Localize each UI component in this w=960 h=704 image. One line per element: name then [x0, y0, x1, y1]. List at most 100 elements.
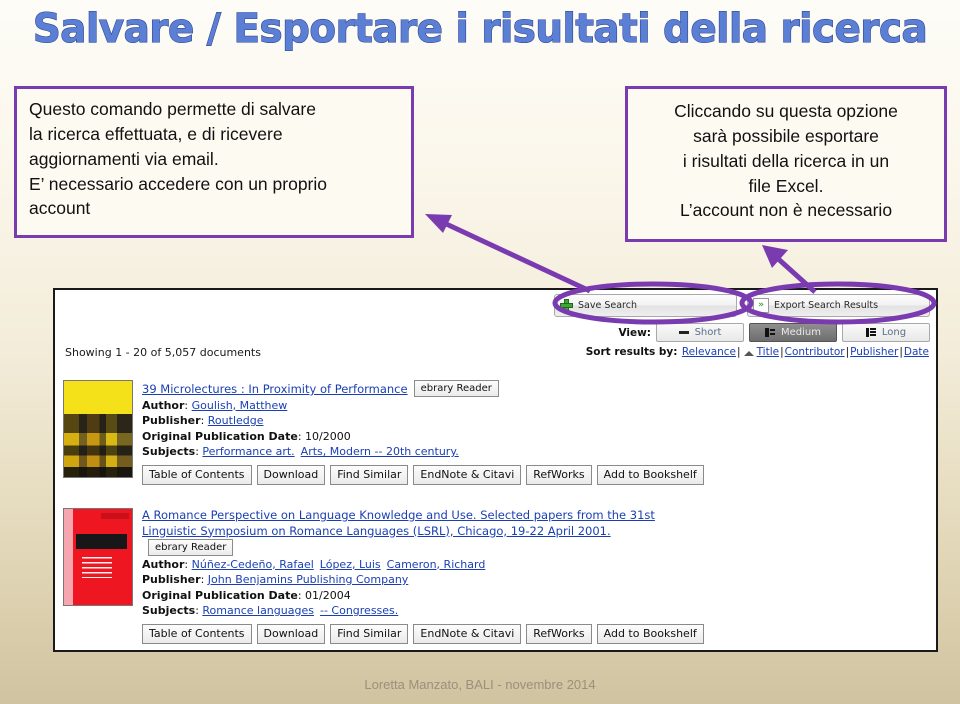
cover-art-overlay [64, 413, 132, 477]
author-link[interactable]: Goulish, Matthew [192, 399, 288, 412]
callout-left-line-5: account [29, 198, 91, 219]
refworks-button[interactable]: RefWorks [526, 623, 592, 645]
callout-left-line-2: la ricerca effettuata, e di ricevere [29, 123, 283, 144]
result-title-link[interactable]: 39 Microlectures : In Proximity of Perfo… [142, 382, 408, 396]
author-label: Author [142, 398, 185, 412]
view-switcher: View: Short Medium Long [550, 323, 930, 342]
sort-option-title[interactable]: Title [757, 346, 780, 358]
view-medium-icon [765, 328, 775, 337]
sort-option-date[interactable]: Date [904, 346, 929, 358]
sort-option-relevance[interactable]: Relevance [682, 346, 736, 358]
ebrary-search-results-screenshot: Save Search » Export Search Results View… [53, 288, 938, 652]
publisher-label: Publisher [142, 573, 201, 587]
page-title: Salvare / Esportare i risultati della ri… [32, 5, 928, 52]
callout-right-line-4: file Excel. [748, 175, 824, 196]
callout-left-line-1: Questo comando permette di salvare [29, 99, 316, 119]
subject-link-1[interactable]: Romance languages [202, 604, 314, 617]
view-label: View: [618, 326, 651, 339]
save-search-button[interactable]: Save Search [554, 294, 737, 317]
download-button[interactable]: Download [256, 464, 326, 486]
subject-link-1[interactable]: Performance art. [202, 445, 294, 458]
cover-top-band [64, 381, 132, 414]
publisher-link[interactable]: Routledge [208, 414, 264, 427]
result-item: A Romance Perspective on Language Knowle… [63, 508, 704, 645]
result-title-row: 39 Microlectures : In Proximity of Perfo… [142, 380, 704, 398]
view-option-short[interactable]: Short [656, 323, 744, 342]
view-option-medium[interactable]: Medium [749, 323, 837, 342]
author-link-3[interactable]: Cameron, Richard [387, 558, 486, 571]
result-details: 39 Microlectures : In Proximity of Perfo… [142, 380, 704, 486]
author-label: Author [142, 557, 185, 571]
sort-option-contributor[interactable]: Contributor [785, 346, 845, 358]
save-search-label: Save Search [578, 300, 637, 311]
author-link-2[interactable]: López, Luis [320, 558, 381, 571]
view-option-short-label: Short [694, 327, 722, 338]
result-action-buttons: Table of Contents Download Find Similar … [142, 464, 704, 486]
date-value: 10/2000 [305, 429, 351, 443]
callout-right: Cliccando su questa opzione sarà possibi… [625, 86, 947, 242]
endnote-citavi-button[interactable]: EndNote & Citavi [413, 464, 522, 486]
endnote-citavi-button[interactable]: EndNote & Citavi [413, 623, 522, 645]
slide-footer: Loretta Manzato, BALI - novembre 2014 [364, 677, 596, 692]
sort-bar: Sort results by: Relevance| Title|Contrib… [550, 346, 930, 358]
result-subjects-row: Subjects: Performance art. Arts, Modern -… [142, 445, 459, 459]
toolbar-action-buttons: Save Search » Export Search Results [550, 294, 930, 317]
view-long-icon [865, 328, 876, 337]
view-short-icon [678, 328, 689, 337]
sort-option-publisher[interactable]: Publisher [850, 346, 898, 358]
find-similar-button[interactable]: Find Similar [330, 623, 409, 645]
callout-right-line-2: sarà possibile esportare [693, 125, 879, 146]
table-of-contents-button[interactable]: Table of Contents [142, 623, 252, 645]
view-option-medium-label: Medium [781, 327, 821, 338]
result-author-row: Author: Núñez-Cedeño, Rafael López, Luis C… [142, 557, 486, 571]
book-cover-thumbnail[interactable] [63, 380, 133, 478]
subjects-label: Subjects [142, 445, 196, 459]
view-option-long[interactable]: Long [842, 323, 930, 342]
add-to-bookshelf-button[interactable]: Add to Bookshelf [596, 623, 704, 645]
callout-left: Questo comando permette di salvare la ri… [14, 86, 414, 238]
refworks-button[interactable]: RefWorks [526, 464, 592, 486]
export-search-results-label: Export Search Results [774, 300, 879, 311]
callout-right-line-5: L’account non è necessario [679, 200, 893, 221]
purple-arrow-to-right-callout [762, 245, 817, 294]
ebrary-reader-badge[interactable]: ebrary Reader [148, 539, 234, 557]
result-publisher-row: Publisher: Routledge [142, 414, 264, 428]
view-option-long-label: Long [881, 327, 907, 338]
result-details: A Romance Perspective on Language Knowle… [142, 508, 704, 645]
download-button[interactable]: Download [256, 623, 326, 645]
ebrary-reader-badge[interactable]: ebrary Reader [413, 380, 499, 398]
add-to-bookshelf-button[interactable]: Add to Bookshelf [596, 464, 704, 486]
subjects-label: Subjects [142, 604, 196, 618]
cover-top-band [100, 512, 130, 519]
export-chevrons-icon: » [753, 298, 769, 313]
sort-ascending-caret-icon [743, 351, 754, 356]
subject-link-2[interactable]: Arts, Modern -- 20th century. [301, 445, 459, 458]
author-link-1[interactable]: Núñez-Cedeño, Rafael [192, 558, 314, 571]
date-value: 01/2004 [305, 588, 351, 602]
export-search-results-button[interactable]: » Export Search Results [747, 294, 930, 317]
publisher-link[interactable]: John Benjamins Publishing Company [208, 573, 409, 586]
result-item: 39 Microlectures : In Proximity of Perfo… [63, 380, 704, 486]
callout-left-line-3: aggiornamenti via email. [29, 148, 219, 169]
result-title-link[interactable]: A Romance Perspective on Language Knowle… [142, 508, 655, 538]
publisher-label: Publisher [142, 414, 201, 428]
green-plus-icon [560, 299, 573, 312]
subject-link-2[interactable]: -- Congresses. [320, 604, 398, 617]
sort-separator-4: | [899, 346, 903, 358]
table-of-contents-button[interactable]: Table of Contents [142, 464, 252, 486]
find-similar-button[interactable]: Find Similar [330, 464, 409, 486]
result-date-row: Original Publication Date: 10/2000 [142, 429, 351, 443]
cover-title-block [76, 533, 127, 550]
purple-arrow-to-left-callout [425, 214, 592, 294]
result-action-buttons: Table of Contents Download Find Similar … [142, 623, 704, 645]
result-date-row: Original Publication Date: 01/2004 [142, 588, 351, 602]
sort-separator-2: | [780, 346, 784, 358]
date-label: Original Publication Date [142, 588, 298, 602]
result-subjects-row: Subjects: Romance languages -- Congresses… [142, 604, 399, 618]
callout-right-line-1: Cliccando su questa opzione [674, 101, 898, 121]
sort-label: Sort results by: [585, 346, 678, 358]
book-cover-thumbnail[interactable] [63, 508, 133, 606]
callout-left-line-4: E’ necessario accedere con un proprio [29, 173, 327, 194]
result-title-row: A Romance Perspective on Language Knowle… [142, 508, 662, 557]
date-label: Original Publication Date [142, 429, 298, 443]
